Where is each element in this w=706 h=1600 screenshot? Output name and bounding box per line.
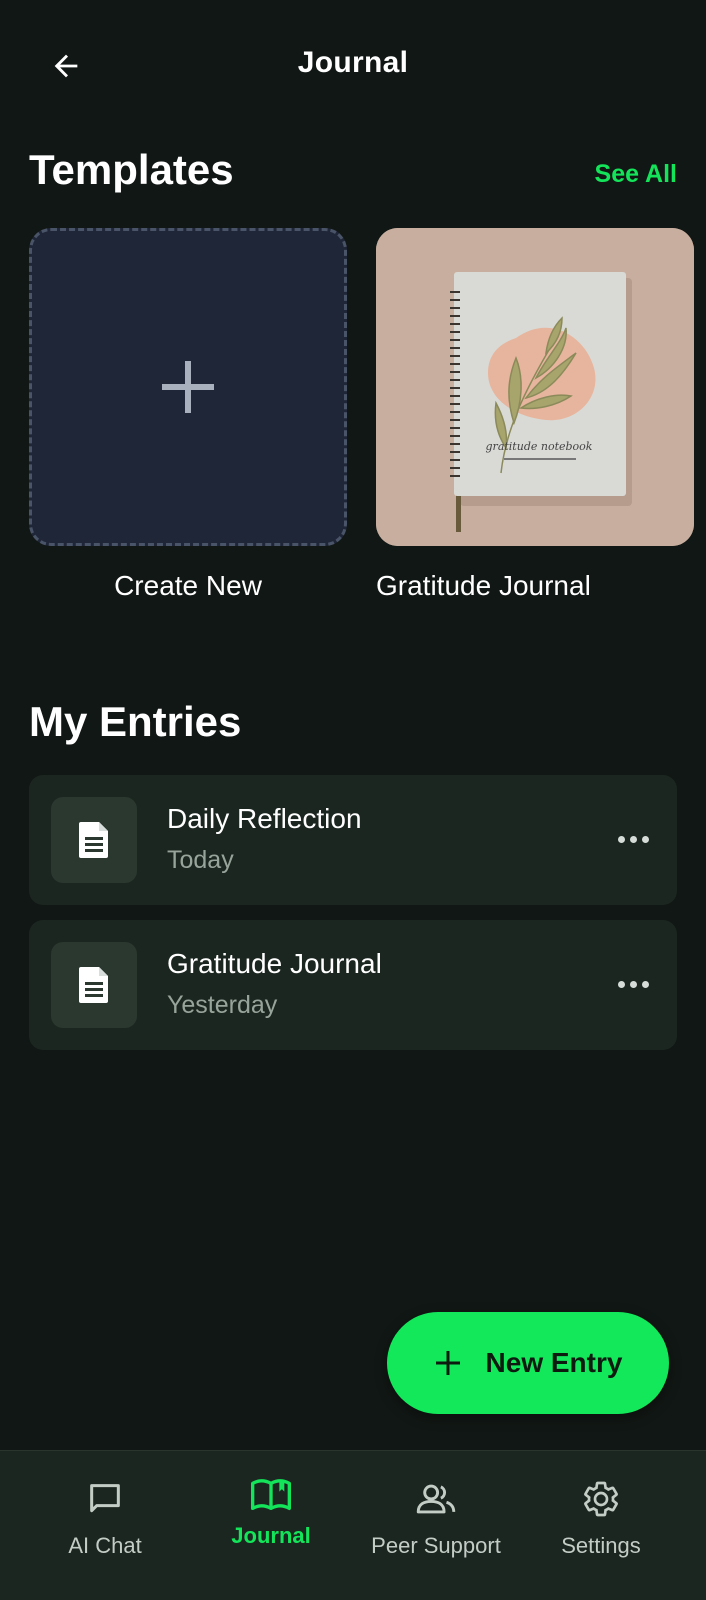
entry-title: Gratitude Journal [167,948,382,979]
top-app-bar: Journal [0,0,706,130]
more-options-icon[interactable] [611,962,655,1006]
nav-item-label: Settings [561,1533,641,1558]
entry-icon-container [51,797,137,883]
new-entry-label: New Entry [485,1347,623,1378]
bottom-navigation: AI Chat Journal Peer Support Settings [0,1450,706,1600]
nav-item-settings[interactable]: Settings [534,1451,668,1600]
nav-item-journal[interactable]: Journal [204,1451,338,1600]
create-new-template-card[interactable] [29,228,347,546]
template-label: Create New [114,570,262,601]
open-book-icon [251,1479,292,1510]
svg-text:gratitude notebook: gratitude notebook [486,440,593,453]
nav-item-ai-chat[interactable]: AI Chat [38,1451,172,1600]
gear-icon [584,1481,618,1517]
gratitude-journal-template-card[interactable]: gratitude notebook [376,228,694,546]
page-title: Journal [297,46,409,79]
entry-date: Today [167,846,234,874]
chat-bubble-icon [90,1484,120,1513]
people-icon [416,1484,456,1514]
plus-icon [435,1351,460,1375]
gratitude-notebook-image: gratitude notebook [376,228,694,546]
nav-item-label: Journal [231,1523,311,1548]
entry-title: Daily Reflection [167,803,362,834]
new-entry-button[interactable]: New Entry [387,1312,669,1414]
nav-item-peer-support[interactable]: Peer Support [354,1451,518,1600]
template-label: Gratitude Journal [376,570,591,601]
document-icon [79,967,108,1003]
my-entries-heading: My Entries [29,698,242,745]
entry-date: Yesterday [167,991,278,1019]
entry-card[interactable]: Daily Reflection Today [29,775,677,905]
entry-card[interactable]: Gratitude Journal Yesterday [29,920,677,1050]
nav-item-label: AI Chat [68,1533,142,1558]
templates-heading: Templates [29,146,234,193]
more-options-icon[interactable] [611,817,655,861]
document-icon [79,822,108,858]
see-all-link[interactable]: See All [595,160,677,189]
plus-icon [162,361,214,413]
entry-icon-container [51,942,137,1028]
nav-item-label: Peer Support [371,1533,501,1558]
